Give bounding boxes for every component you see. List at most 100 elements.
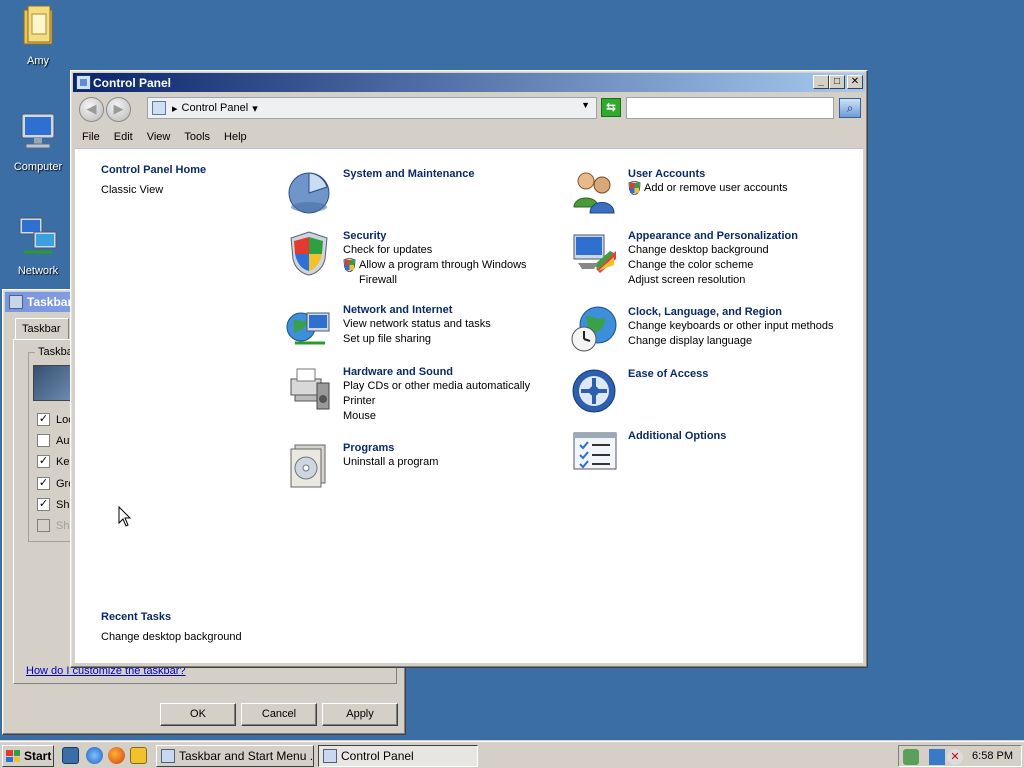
window-titlebar[interactable]: Control Panel _ □ ✕ <box>73 73 865 92</box>
computer-icon <box>21 113 55 149</box>
change-background-link[interactable]: Change desktop background <box>628 243 838 258</box>
window-title: Control Panel <box>93 76 172 90</box>
windows-logo-icon <box>6 750 20 762</box>
network-status-icon[interactable] <box>929 749 945 765</box>
task-button-control-panel[interactable]: Control Panel <box>318 745 478 767</box>
change-keyboards-link[interactable]: Change keyboards or other input methods <box>628 319 838 334</box>
cancel-button[interactable]: Cancel <box>241 703 317 726</box>
check-updates-link[interactable]: Check for updates <box>343 243 553 258</box>
address-dropdown-icon[interactable]: ▼ <box>581 100 590 110</box>
checkbox-box[interactable]: ✓ <box>37 498 50 511</box>
menu-edit[interactable]: Edit <box>107 131 140 143</box>
menu-tools[interactable]: Tools <box>177 131 217 143</box>
address-segment[interactable]: Control Panel <box>182 102 249 114</box>
checkbox-lock[interactable]: ✓ Loc <box>37 413 74 426</box>
category-title[interactable]: User Accounts <box>628 167 838 181</box>
category-title[interactable]: Clock, Language, and Region <box>628 305 838 319</box>
link-text: Check for updates <box>343 244 433 256</box>
tab-taskbar[interactable]: Taskbar <box>15 318 69 340</box>
mouse-link[interactable]: Mouse <box>343 409 553 424</box>
task-button-taskbar-properties[interactable]: Taskbar and Start Menu ... <box>156 745 314 767</box>
taskbar-preview-image <box>33 365 73 401</box>
close-button[interactable]: ✕ <box>847 75 863 89</box>
start-button[interactable]: Start <box>2 745 54 767</box>
back-button[interactable]: ◀ <box>79 96 104 122</box>
search-input[interactable] <box>626 97 834 119</box>
chevron-down-icon[interactable]: ▾ <box>252 102 258 115</box>
network-icon <box>19 217 57 254</box>
uac-shield-icon <box>628 181 641 195</box>
maximize-button[interactable]: □ <box>829 75 845 89</box>
desktop-icon-label: Computer <box>13 161 63 173</box>
screen-resolution-link[interactable]: Adjust screen resolution <box>628 273 838 288</box>
checkbox-box[interactable] <box>37 434 50 447</box>
ok-button[interactable]: OK <box>160 703 236 726</box>
category-title[interactable]: System and Maintenance <box>343 167 553 181</box>
additional-options-icon[interactable] <box>570 429 618 477</box>
desktop-icon-label: Amy <box>27 55 49 67</box>
hardware-sound-icon[interactable] <box>285 365 333 413</box>
media-player-icon[interactable] <box>130 747 147 764</box>
autoplay-link[interactable]: Play CDs or other media automatically <box>343 379 553 394</box>
menu-file[interactable]: File <box>75 131 107 143</box>
classic-view-link[interactable]: Classic View <box>101 184 163 196</box>
checkbox-box[interactable]: ✓ <box>37 455 50 468</box>
desktop-icon-amy[interactable]: Amy <box>2 4 74 67</box>
show-desktop-icon[interactable] <box>62 747 79 764</box>
uninstall-program-link[interactable]: Uninstall a program <box>343 455 553 470</box>
programs-icon[interactable] <box>285 441 333 489</box>
checkbox-box[interactable]: ✓ <box>37 477 50 490</box>
network-internet-icon[interactable] <box>285 303 333 351</box>
search-button[interactable]: ⌕ <box>839 98 861 118</box>
color-scheme-link[interactable]: Change the color scheme <box>628 258 838 273</box>
menu-bar: File Edit View Tools Help <box>75 127 863 147</box>
category-title[interactable]: Appearance and Personalization <box>628 229 838 243</box>
checkbox-group[interactable]: ✓ Gro <box>37 477 74 490</box>
view-network-status-link[interactable]: View network status and tasks <box>343 317 553 332</box>
category-title[interactable]: Hardware and Sound <box>343 365 553 379</box>
volume-muted-icon[interactable]: ✕ <box>947 749 963 765</box>
clock[interactable]: 6:58 PM <box>972 750 1013 762</box>
menu-view[interactable]: View <box>140 131 178 143</box>
display-language-link[interactable]: Change display language <box>628 334 838 349</box>
allow-program-firewall-link[interactable]: Allow a program through Windows Firewall <box>343 258 553 288</box>
category-title[interactable]: Programs <box>343 441 553 455</box>
category-title[interactable]: Network and Internet <box>343 303 553 317</box>
clock-globe-icon[interactable] <box>570 305 618 353</box>
add-remove-users-link[interactable]: Add or remove user accounts <box>628 181 838 196</box>
navigation-bar: ◀ ▶ ▸ Control Panel ▾ ▼ ⇆ ⌕ <box>75 95 863 123</box>
minimize-button[interactable]: _ <box>813 75 829 89</box>
checkbox-autohide[interactable]: Aut <box>37 434 73 447</box>
forward-button[interactable]: ▶ <box>106 96 131 122</box>
address-separator-icon[interactable]: ▸ <box>172 102 178 115</box>
control-panel-home-link[interactable]: Control Panel Home <box>101 164 206 176</box>
menu-help[interactable]: Help <box>217 131 254 143</box>
apply-button[interactable]: Apply <box>322 703 398 726</box>
desktop-icon-computer[interactable]: Computer <box>2 110 74 173</box>
desktop-icon-label: Network <box>17 265 59 277</box>
file-sharing-link[interactable]: Set up file sharing <box>343 332 553 347</box>
internet-explorer-icon[interactable] <box>86 747 103 764</box>
printer-link[interactable]: Printer <box>343 394 553 409</box>
category-title[interactable]: Ease of Access <box>628 367 838 381</box>
link-text: Change keyboards or other input methods <box>628 320 834 332</box>
refresh-button[interactable]: ⇆ <box>601 98 621 117</box>
appearance-icon[interactable] <box>570 229 618 277</box>
back-arrow-icon: ◀ <box>86 100 97 116</box>
firefox-icon[interactable] <box>108 747 125 764</box>
security-shield-icon[interactable] <box>285 229 333 277</box>
link-text: Adjust screen resolution <box>628 274 746 286</box>
recent-tasks-heading: Recent Tasks <box>101 611 172 623</box>
checkbox-box[interactable]: ✓ <box>37 413 50 426</box>
category-title[interactable]: Additional Options <box>628 429 838 443</box>
link-text: Change the color scheme <box>628 259 754 271</box>
security-center-icon[interactable] <box>903 749 919 765</box>
system-maintenance-icon[interactable] <box>285 167 333 215</box>
recent-task-link[interactable]: Change desktop background <box>101 631 242 643</box>
user-accounts-icon[interactable] <box>570 167 618 215</box>
address-bar[interactable]: ▸ Control Panel ▾ ▼ <box>147 97 597 119</box>
ease-of-access-icon[interactable] <box>570 367 618 415</box>
link-text: Add or remove user accounts <box>644 182 788 194</box>
desktop-icon-network[interactable]: Network <box>2 214 74 277</box>
category-title[interactable]: Security <box>343 229 553 243</box>
